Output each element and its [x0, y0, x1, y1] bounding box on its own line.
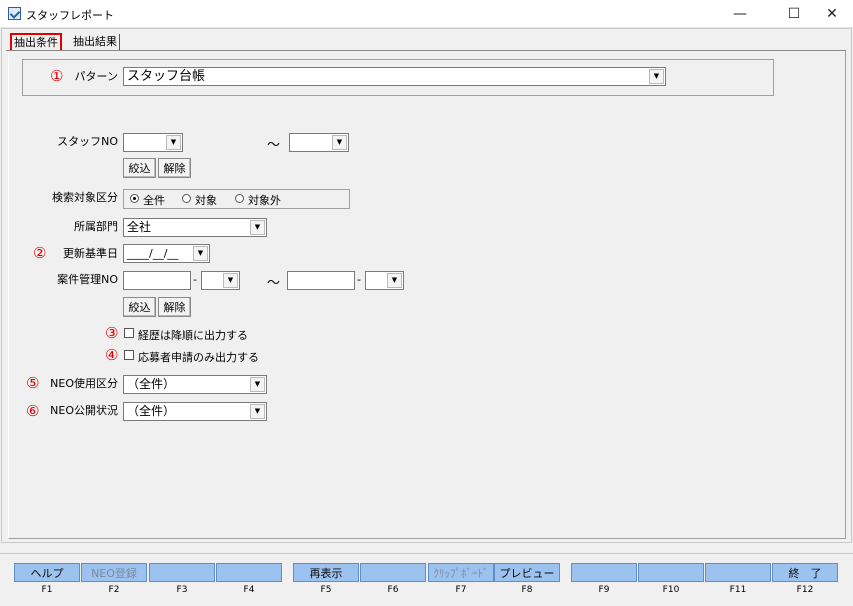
staff-no-from-select[interactable]: ▼	[123, 133, 183, 152]
chevron-down-icon: ▼	[166, 135, 181, 150]
fkey-f7-label: F7	[455, 585, 467, 595]
case-clear-button[interactable]: 解除	[158, 297, 191, 317]
chevron-down-icon: ▼	[387, 273, 402, 288]
fkey-f1-label: F1	[41, 585, 53, 595]
pattern-label: パターン	[74, 70, 118, 83]
fkey-f12-label: F12	[796, 585, 814, 595]
fkey-f3-button[interactable]	[149, 563, 215, 582]
neo-use-label: NEO使用区分	[50, 377, 118, 390]
marker-5: ⑤	[26, 374, 40, 392]
fkey-f12-button[interactable]: 終 了	[772, 563, 838, 582]
case-no-label: 案件管理NO	[57, 273, 118, 286]
case-no-to-branch-select[interactable]: ▼	[365, 271, 404, 290]
chevron-down-icon: ▼	[250, 220, 265, 235]
radio-target[interactable]	[182, 194, 191, 203]
case-filter-button[interactable]: 絞込	[123, 297, 156, 317]
pattern-select[interactable]: スタッフ台帳 ▼	[123, 67, 666, 86]
fkey-f7-button[interactable]: ｸﾘｯﾌﾟﾎﾞｰﾄﾞ	[428, 563, 494, 582]
history-desc-label: 経歴は降順に出力する	[138, 329, 248, 342]
fkey-f2-label: F2	[108, 585, 120, 595]
fkey-f6-label: F6	[387, 585, 399, 595]
fkey-f8-label: F8	[521, 585, 533, 595]
fkey-f5-label: F5	[320, 585, 332, 595]
fkey-f10-button[interactable]	[638, 563, 704, 582]
radio-non-target-label: 対象外	[248, 194, 281, 207]
fkey-f6-button[interactable]	[360, 563, 426, 582]
fkey-f9-button[interactable]	[571, 563, 637, 582]
case-no-to-dash: -	[357, 273, 361, 286]
fkey-f2-button[interactable]: NEO登録	[81, 563, 147, 582]
marker-2: ②	[33, 244, 47, 262]
applicants-only-label: 応募者申請のみ出力する	[138, 351, 259, 364]
neo-public-value: （全件）	[127, 404, 176, 418]
tab-panel	[8, 51, 846, 539]
fkey-f11-label: F11	[729, 585, 747, 595]
staff-filter-button[interactable]: 絞込	[123, 158, 156, 178]
neo-use-select[interactable]: （全件） ▼	[123, 375, 267, 394]
case-range-tilde: ～	[267, 276, 281, 291]
staff-no-to-select[interactable]: ▼	[289, 133, 349, 152]
fkey-f1-button[interactable]: ヘルプ	[14, 563, 80, 582]
window-title: スタッフレポート	[26, 9, 114, 22]
chevron-down-icon: ▼	[193, 246, 208, 261]
applicants-only-checkbox[interactable]	[124, 350, 134, 360]
case-no-to-input[interactable]	[287, 271, 355, 290]
radio-non-target[interactable]	[235, 194, 244, 203]
chevron-down-icon: ▼	[250, 377, 265, 392]
fkey-f4-button[interactable]	[216, 563, 282, 582]
chevron-down-icon: ▼	[649, 69, 664, 84]
range-tilde: ～	[267, 138, 281, 153]
tab-extract-results[interactable]: 抽出結果	[71, 34, 120, 51]
chevron-down-icon: ▼	[332, 135, 347, 150]
pattern-value: スタッフ台帳	[127, 69, 206, 84]
radio-target-label: 対象	[195, 194, 217, 207]
minimize-button[interactable]: —	[717, 0, 763, 28]
case-no-from-dash: -	[193, 273, 197, 286]
chevron-down-icon: ▼	[223, 273, 238, 288]
staff-no-label: スタッフNO	[57, 135, 118, 148]
department-select[interactable]: 全社 ▼	[123, 218, 267, 237]
fkey-f9-label: F9	[598, 585, 610, 595]
update-date-value: ____/__/__	[127, 247, 179, 260]
fkey-f4-label: F4	[243, 585, 255, 595]
update-date-picker[interactable]: ____/__/__ ▼	[123, 244, 210, 263]
radio-all[interactable]	[130, 194, 139, 203]
case-no-from-input[interactable]	[123, 271, 191, 290]
marker-3: ③	[105, 324, 119, 342]
marker-4: ④	[105, 346, 119, 364]
fkey-f8-button[interactable]: プレビュー	[494, 563, 560, 582]
history-desc-checkbox[interactable]	[124, 328, 134, 338]
search-target-label: 検索対象区分	[52, 191, 118, 204]
case-no-from-branch-select[interactable]: ▼	[201, 271, 240, 290]
search-target-radio-group: 全件 対象 対象外	[123, 189, 350, 209]
department-label: 所属部門	[74, 220, 118, 233]
staff-clear-button[interactable]: 解除	[158, 158, 191, 178]
fkey-f10-label: F10	[662, 585, 680, 595]
update-date-label: 更新基準日	[63, 247, 118, 260]
neo-use-value: （全件）	[127, 377, 176, 391]
neo-public-label: NEO公開状況	[50, 404, 118, 417]
neo-public-select[interactable]: （全件） ▼	[123, 402, 267, 421]
chevron-down-icon: ▼	[250, 404, 265, 419]
app-icon	[8, 7, 21, 20]
marker-6: ⑥	[26, 402, 40, 420]
marker-1: ①	[50, 67, 64, 85]
fkey-f5-button[interactable]: 再表示	[293, 563, 359, 582]
fkey-f11-button[interactable]	[705, 563, 771, 582]
radio-all-label: 全件	[143, 194, 165, 207]
fkey-f3-label: F3	[176, 585, 188, 595]
close-button[interactable]: ✕	[809, 0, 853, 28]
department-value: 全社	[127, 220, 152, 234]
tab-extract-conditions[interactable]: 抽出条件	[10, 33, 62, 51]
